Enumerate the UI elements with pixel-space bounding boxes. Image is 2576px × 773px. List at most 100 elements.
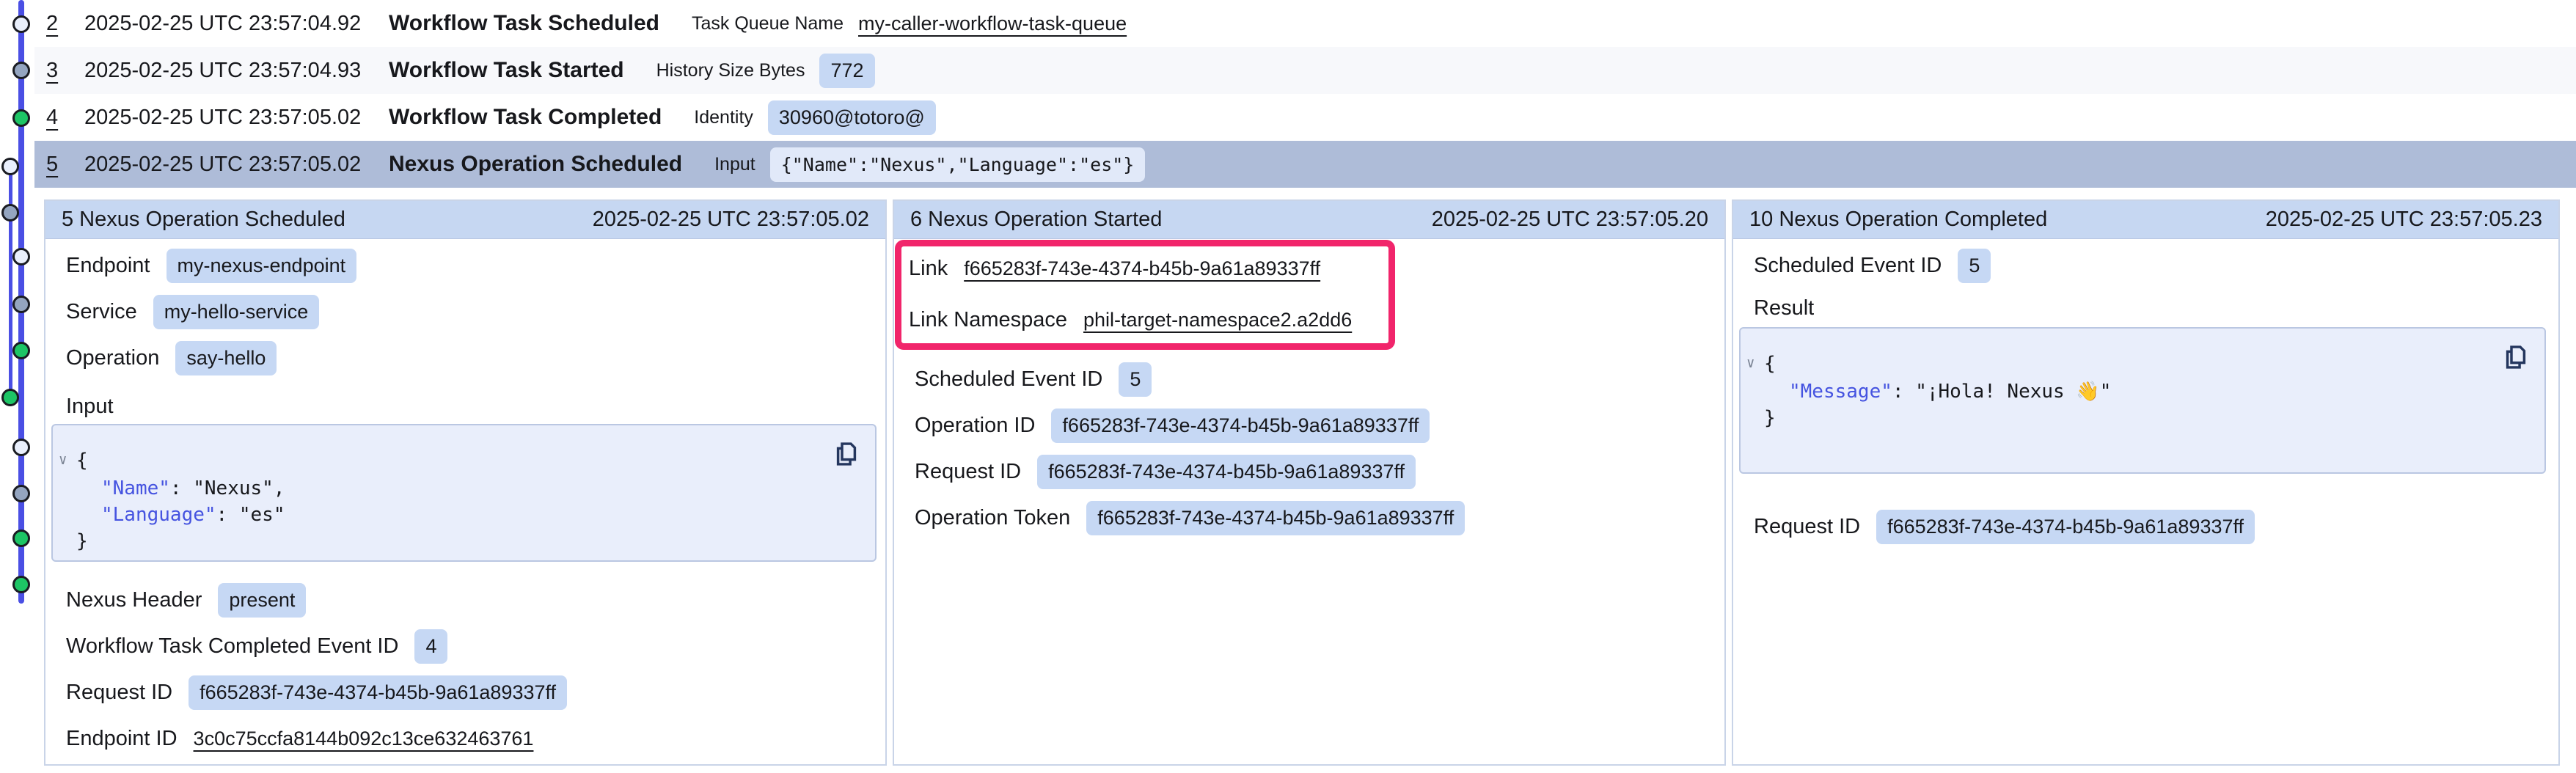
json-value: : "es" — [216, 504, 285, 526]
event-attr-label: Task Queue Name — [692, 13, 844, 34]
timeline-dot-green — [1, 389, 19, 406]
field-endpoint: Endpoint my-nexus-endpoint — [66, 249, 874, 282]
event-input-badge: {"Name":"Nexus","Language":"es"} — [770, 147, 1146, 182]
event-timestamp: 2025-02-25 UTC 23:57:05.02 — [84, 153, 389, 177]
json-punct: { — [1764, 353, 1776, 375]
copy-icon[interactable] — [2502, 342, 2530, 373]
timeline-dot-white — [12, 439, 30, 456]
json-key: "Language" — [101, 504, 216, 526]
panel-nexus-operation-scheduled: 5 Nexus Operation Scheduled 2025-02-25 U… — [44, 199, 887, 766]
event-name: Workflow Task Scheduled — [389, 11, 659, 36]
field-label: Scheduled Event ID — [915, 367, 1102, 392]
timeline-dot-white — [12, 248, 30, 265]
timeline-dot-gray — [12, 62, 30, 79]
field-label: Endpoint — [66, 254, 150, 278]
field-request-id: Request ID f665283f-743e-4374-b45b-9a61a… — [66, 676, 874, 708]
field-request-id: Request ID f665283f-743e-4374-b45b-9a61a… — [1754, 510, 2547, 543]
event-row-3[interactable]: 3 2025-02-25 UTC 23:57:04.93 Workflow Ta… — [34, 47, 2576, 94]
timeline-dot-white — [1, 158, 19, 175]
field-label: Service — [66, 300, 137, 324]
field-operation-id: Operation ID f665283f-743e-4374-b45b-9a6… — [915, 409, 1713, 442]
panel-timestamp: 2025-02-25 UTC 23:57:05.23 — [2266, 208, 2542, 232]
timeline-dot-gray — [12, 485, 30, 502]
timeline-dot-gray — [1, 204, 19, 221]
field-label: Request ID — [1754, 515, 1860, 539]
event-timestamp: 2025-02-25 UTC 23:57:04.93 — [84, 59, 389, 83]
link-namespace-link[interactable]: phil-target-namespace2.a2dd6 — [1083, 309, 1352, 331]
event-row-5-selected[interactable]: 5 2025-02-25 UTC 23:57:05.02 Nexus Opera… — [34, 141, 2576, 188]
field-value-badge: f665283f-743e-4374-b45b-9a61a89337ff — [189, 675, 567, 710]
field-value-badge: f665283f-743e-4374-b45b-9a61a89337ff — [1086, 501, 1465, 535]
event-id-link[interactable]: 2 — [46, 12, 84, 36]
event-timestamp: 2025-02-25 UTC 23:57:05.02 — [84, 106, 389, 130]
json-value: : "Nexus", — [170, 477, 285, 499]
result-section-label: Result — [1754, 296, 2547, 321]
event-name: Nexus Operation Scheduled — [389, 152, 682, 177]
panel-title: 5 Nexus Operation Scheduled — [62, 208, 345, 232]
panel-timestamp: 2025-02-25 UTC 23:57:05.20 — [1432, 208, 1708, 232]
panel-header[interactable]: 10 Nexus Operation Completed 2025-02-25 … — [1733, 201, 2558, 239]
field-scheduled-event-id: Scheduled Event ID 5 — [1754, 249, 2547, 282]
event-attr-value-badge: 30960@totoro@ — [768, 100, 936, 135]
field-label: Request ID — [915, 460, 1021, 484]
json-value: : "¡Hola! Nexus 👋" — [1892, 381, 2111, 403]
highlight-annotation: Link f665283f-743e-4374-b45b-9a61a89337f… — [895, 240, 1395, 350]
link-value-link[interactable]: f665283f-743e-4374-b45b-9a61a89337ff — [964, 257, 1320, 280]
workflow-history-view: 2 2025-02-25 UTC 23:57:04.92 Workflow Ta… — [0, 0, 2576, 773]
panel-nexus-operation-started: 6 Nexus Operation Started 2025-02-25 UTC… — [893, 199, 1726, 766]
json-punct: } — [76, 530, 88, 552]
field-scheduled-event-id: Scheduled Event ID 5 — [915, 363, 1713, 395]
timeline-dot-green — [12, 109, 30, 127]
field-value-badge: 4 — [414, 629, 447, 664]
panel-nexus-operation-completed: 10 Nexus Operation Completed 2025-02-25 … — [1732, 199, 2560, 766]
field-value-badge: f665283f-743e-4374-b45b-9a61a89337ff — [1876, 510, 2255, 544]
collapse-chevron-icon[interactable]: ∨ — [59, 447, 76, 473]
copy-icon[interactable] — [833, 439, 860, 469]
timeline-dot-green — [12, 576, 30, 593]
timeline-dot-gray — [12, 296, 30, 313]
event-timestamp: 2025-02-25 UTC 23:57:04.92 — [84, 12, 389, 36]
field-label: Operation Token — [915, 506, 1070, 530]
event-id-link[interactable]: 3 — [46, 59, 84, 83]
event-name: Workflow Task Started — [389, 58, 624, 83]
event-id-link[interactable]: 5 — [46, 153, 84, 177]
field-label: Workflow Task Completed Event ID — [66, 634, 398, 659]
panel-header[interactable]: 6 Nexus Operation Started 2025-02-25 UTC… — [894, 201, 1724, 239]
field-link-namespace: Link Namespace phil-target-namespace2.a2… — [909, 304, 1381, 336]
field-nexus-header: Nexus Header present — [66, 584, 874, 616]
field-value-badge: present — [218, 583, 306, 618]
timeline-dot-white — [12, 15, 30, 33]
event-row-4[interactable]: 4 2025-02-25 UTC 23:57:05.02 Workflow Ta… — [34, 94, 2576, 141]
panel-title: 10 Nexus Operation Completed — [1749, 208, 2047, 232]
field-label: Nexus Header — [66, 588, 202, 612]
event-attr-value-badge: 772 — [819, 54, 874, 88]
json-punct: } — [1764, 407, 1776, 429]
result-json-viewer: ∨{ "Message": "¡Hola! Nexus 👋" } — [1739, 327, 2546, 474]
field-link: Link f665283f-743e-4374-b45b-9a61a89337f… — [909, 252, 1381, 285]
field-request-id: Request ID f665283f-743e-4374-b45b-9a61a… — [915, 455, 1713, 488]
field-label: Operation ID — [915, 414, 1035, 438]
endpoint-id-link[interactable]: 3c0c75ccfa8144b092c13ce632463761 — [194, 728, 534, 750]
event-attr-label: Identity — [694, 107, 753, 128]
field-label: Scheduled Event ID — [1754, 254, 1942, 278]
input-section-label: Input — [66, 395, 874, 420]
field-endpoint-id: Endpoint ID 3c0c75ccfa8144b092c13ce63246… — [66, 722, 874, 755]
field-value-badge: 5 — [1119, 362, 1152, 397]
field-value-badge: 5 — [1958, 249, 1991, 283]
panel-header[interactable]: 5 Nexus Operation Scheduled 2025-02-25 U… — [45, 201, 885, 239]
event-row-2[interactable]: 2 2025-02-25 UTC 23:57:04.92 Workflow Ta… — [34, 0, 2576, 47]
panel-title: 6 Nexus Operation Started — [910, 208, 1162, 232]
event-name: Workflow Task Completed — [389, 105, 662, 130]
field-wtc-event-id: Workflow Task Completed Event ID 4 — [66, 630, 874, 662]
field-value-badge: my-hello-service — [153, 295, 320, 329]
field-label: Link Namespace — [909, 308, 1067, 332]
json-punct: { — [76, 450, 88, 472]
event-attr-label: Input — [714, 154, 755, 175]
field-operation-token: Operation Token f665283f-743e-4374-b45b-… — [915, 502, 1713, 534]
event-id-link[interactable]: 4 — [46, 106, 84, 130]
collapse-chevron-icon[interactable]: ∨ — [1746, 350, 1764, 376]
json-key: "Message" — [1789, 381, 1892, 403]
field-service: Service my-hello-service — [66, 296, 874, 328]
task-queue-link[interactable]: my-caller-workflow-task-queue — [858, 12, 1127, 35]
event-attr-label: History Size Bytes — [656, 60, 805, 81]
